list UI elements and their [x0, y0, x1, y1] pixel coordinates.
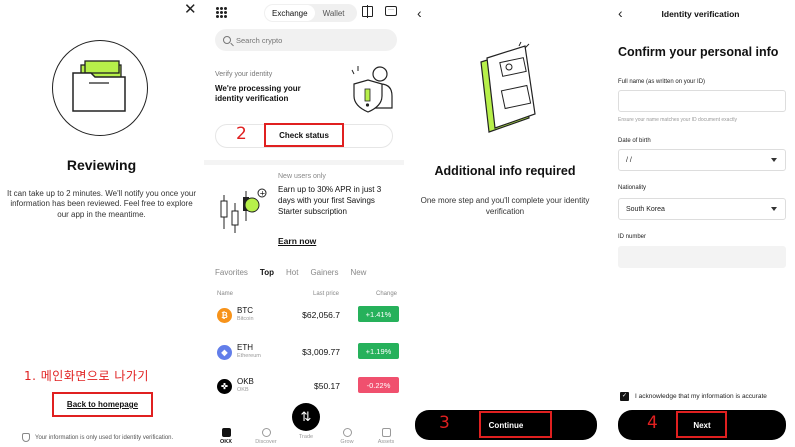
privacy-text: Your information is only used for identi… — [35, 434, 174, 441]
acknowledge-checkbox[interactable]: ✓ — [620, 392, 629, 401]
search-icon — [223, 36, 231, 44]
tab-gainers[interactable]: Gainers — [310, 268, 338, 277]
additional-info-screen: ‹ Additional info required One more step… — [405, 0, 605, 447]
column-change: Change — [376, 291, 398, 297]
page-description: One more step and you'll complete your i… — [420, 196, 590, 216]
search-input[interactable] — [236, 35, 376, 45]
home-icon — [221, 428, 231, 437]
coin-price: $3,009.77 — [302, 347, 340, 357]
close-icon[interactable]: ✕ — [184, 2, 197, 17]
shield-icon — [22, 433, 30, 442]
home-screen: Exchange Wallet ··· Verify your identity… — [204, 0, 404, 447]
grow-icon — [342, 428, 352, 437]
coin-name: Ethereum — [237, 353, 261, 359]
gift-icon[interactable] — [362, 5, 373, 18]
fullname-label: Full name (as written on your ID) — [618, 79, 706, 85]
discover-icon — [261, 428, 271, 437]
annotation-box-3 — [479, 411, 552, 438]
coin-name: OKB — [237, 387, 249, 393]
column-name: Name — [217, 291, 234, 297]
page-title: Additional info required — [434, 164, 576, 178]
identity-shield-illustration — [348, 62, 398, 119]
promo-label: New users only — [278, 173, 326, 180]
nav-assets[interactable]: Assets — [372, 428, 400, 445]
tab-exchange[interactable]: Exchange — [265, 5, 315, 21]
okb-icon: ✜ — [217, 379, 232, 394]
mode-switch: Exchange Wallet — [264, 4, 357, 22]
coin-symbol: BTC — [237, 306, 253, 315]
nationality-value: South Korea — [626, 205, 665, 213]
fullname-hint: Ensure your name matches your ID documen… — [618, 117, 737, 123]
verify-label: Verify your identity — [215, 71, 273, 78]
market-tabs: Favorites Top Hot Gainers New — [215, 268, 366, 277]
coin-name: Bitcoin — [237, 316, 254, 322]
market-row[interactable]: ₿ BTC Bitcoin $62,056.7 +1.41% — [204, 303, 404, 331]
eth-icon: ◆ — [217, 345, 232, 360]
annotation-1: 1. 메인화면으로 나가기 — [24, 369, 149, 383]
dob-field[interactable]: / / — [618, 149, 786, 171]
confirm-info-screen: ‹ Identity verification Confirm your per… — [606, 0, 795, 447]
page-title: Confirm your personal info — [618, 45, 779, 59]
chevron-down-icon — [771, 207, 777, 211]
btc-icon: ₿ — [217, 308, 232, 323]
annotation-2: 2 — [236, 124, 247, 144]
reviewing-screen: ✕ Reviewing It can take up to 2 minutes.… — [0, 0, 203, 447]
coin-change: +1.19% — [358, 343, 399, 359]
folder-illustration — [52, 40, 148, 136]
trade-button[interactable]: ⇅ — [292, 403, 320, 431]
svg-text:+: + — [260, 190, 266, 198]
dob-value: / / — [626, 156, 632, 164]
header-title: Identity verification — [661, 9, 740, 19]
annotation-box-4 — [676, 411, 727, 438]
earn-now-link[interactable]: Earn now — [278, 236, 316, 246]
page-title: Reviewing — [66, 157, 137, 173]
coin-price: $50.17 — [314, 381, 340, 391]
chevron-down-icon — [771, 158, 777, 162]
chat-icon[interactable]: ··· — [385, 6, 397, 16]
fullname-field[interactable] — [618, 90, 786, 112]
document-illustration — [463, 40, 553, 155]
privacy-note: Your information is only used for identi… — [22, 433, 173, 442]
promo-text: Earn up to 30% APR in just 3 days with y… — [278, 185, 382, 216]
nav-trade[interactable]: Trade — [292, 434, 320, 440]
tab-new[interactable]: New — [350, 268, 366, 277]
coin-symbol: OKB — [237, 377, 254, 386]
section-divider — [204, 160, 404, 165]
id-number-label: ID number — [618, 234, 647, 240]
apps-grid-icon[interactable] — [216, 7, 227, 18]
wallet-icon — [381, 428, 391, 437]
column-last-price: Last price — [313, 291, 340, 297]
nationality-select[interactable]: South Korea — [618, 198, 786, 220]
page-description: It can take up to 2 minutes. We'll notif… — [6, 189, 197, 219]
annotation-4: 4 — [647, 413, 658, 433]
nav-grow[interactable]: Grow — [333, 428, 361, 445]
nav-discover[interactable]: Discover — [252, 428, 280, 445]
annotation-box-2 — [264, 123, 344, 147]
acknowledge-text: I acknowledge that my information is acc… — [635, 393, 767, 400]
tab-favorites[interactable]: Favorites — [215, 268, 248, 277]
market-row[interactable]: ◆ ETH Ethereum $3,009.77 +1.19% — [204, 340, 404, 368]
coin-change: -0.22% — [358, 377, 399, 393]
annotation-3: 3 — [439, 413, 450, 433]
coin-change: +1.41% — [358, 306, 399, 322]
dob-label: Date of birth — [618, 138, 651, 144]
candlestick-illustration: + — [216, 185, 272, 242]
id-number-field[interactable] — [618, 246, 786, 268]
coin-price: $62,056.7 — [302, 310, 340, 320]
annotation-box-1 — [52, 392, 153, 417]
nationality-label: Nationality — [618, 185, 647, 191]
coin-symbol: ETH — [237, 343, 253, 352]
verify-title: We're processing your identity verificat… — [215, 84, 301, 103]
tab-wallet[interactable]: Wallet — [315, 9, 353, 18]
back-arrow-icon[interactable]: ‹ — [417, 6, 422, 20]
tab-hot[interactable]: Hot — [286, 268, 298, 277]
market-row[interactable]: ✜ OKB OKB $50.17 -0.22% — [204, 374, 404, 402]
search-bar[interactable] — [215, 29, 397, 51]
nav-okx[interactable]: OKX — [212, 428, 240, 445]
tab-top[interactable]: Top — [260, 268, 274, 277]
